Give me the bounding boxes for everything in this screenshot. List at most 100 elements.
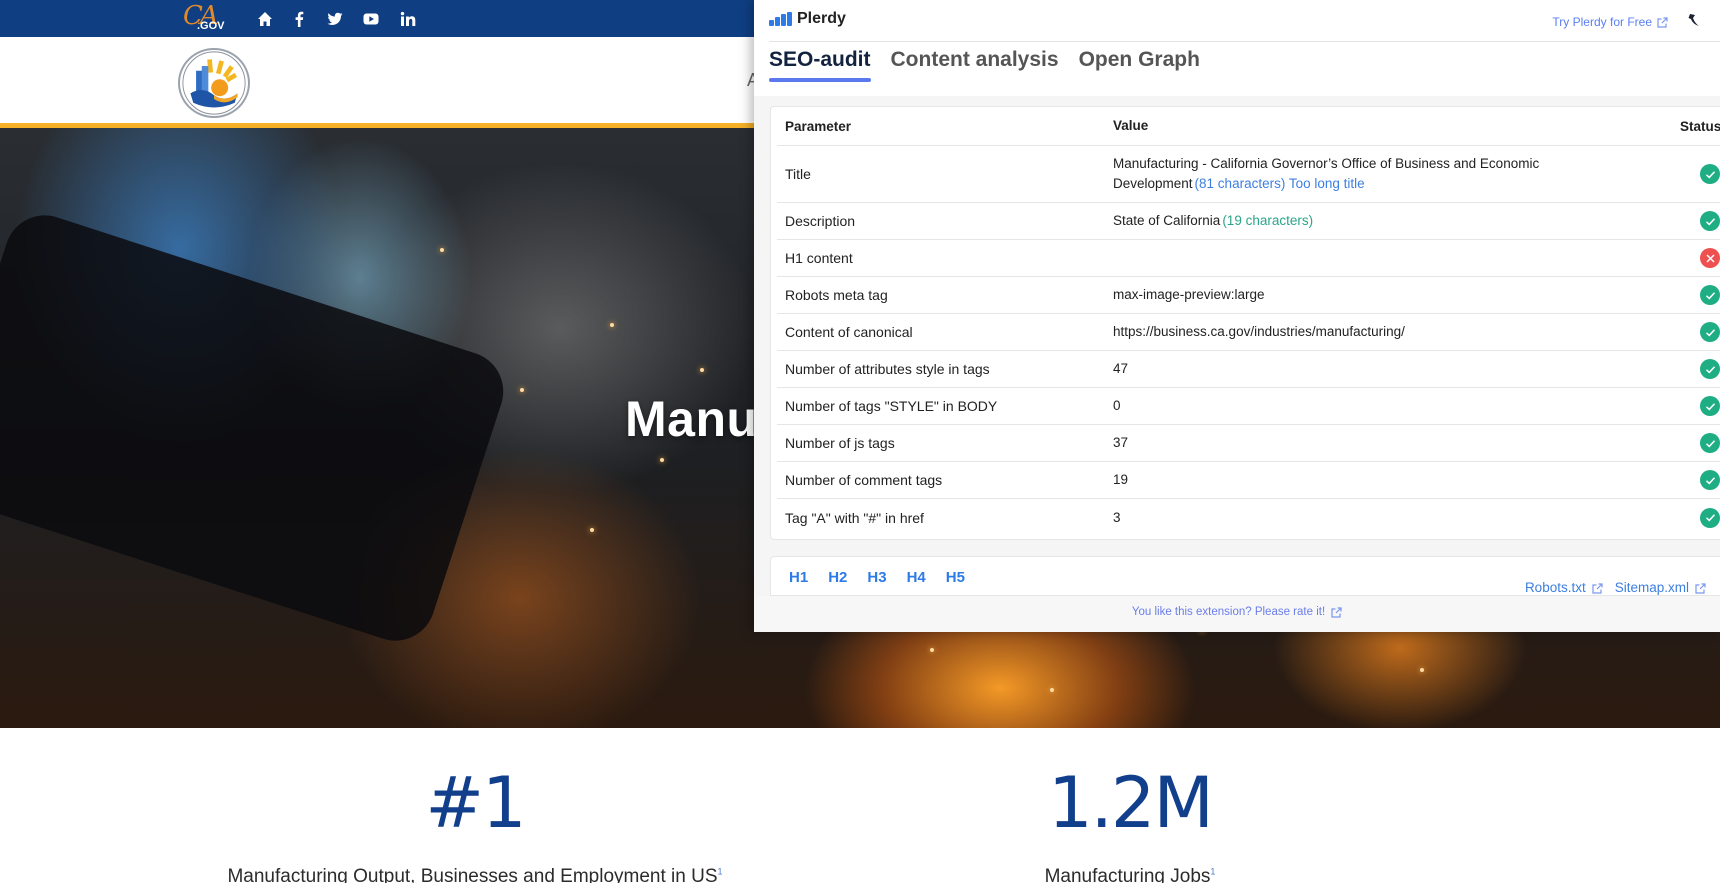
- heading-tabs-divider: [771, 595, 976, 596]
- row-parameter: Tag "A" with "#" in href: [785, 509, 924, 526]
- column-header-value: Value: [1113, 118, 1149, 133]
- external-link-icon: [1331, 606, 1342, 618]
- table-row: Content of canonical https://business.ca.…: [777, 314, 1720, 351]
- stat-manufacturing-jobs: 1.2M Manufacturing Jobs1: [980, 768, 1280, 883]
- status-ok-check-icon: [1700, 433, 1720, 453]
- status-ok-check-icon: [1700, 507, 1720, 528]
- facebook-icon[interactable]: [289, 10, 309, 28]
- table-row: Tag "A" with "#" in href 3: [777, 499, 1720, 536]
- spark: [610, 323, 614, 327]
- tab-open-graph[interactable]: Open Graph: [1079, 48, 1200, 82]
- row-value: 3: [1113, 508, 1583, 528]
- row-value-text: 47: [1113, 361, 1129, 376]
- heading-tab-h5[interactable]: H5: [946, 569, 965, 586]
- footnote-link[interactable]: 1: [718, 867, 723, 877]
- row-value: https://business.ca.gov/industries/manuf…: [1113, 322, 1583, 342]
- row-value-text: 37: [1113, 435, 1129, 450]
- table-row: Number of js tags 37: [777, 425, 1720, 462]
- ca-gov-logo-gov: .GOV: [197, 20, 225, 32]
- stat-label-text: Manufacturing Output, Businesses and Emp…: [227, 866, 718, 883]
- agency-seal-logo[interactable]: [178, 48, 250, 118]
- status-ok-check-icon: [1700, 470, 1720, 490]
- row-parameter: Number of js tags: [785, 435, 895, 451]
- heading-tab-h3[interactable]: H3: [867, 569, 886, 586]
- heading-tabs: H1 H2 H3 H4 H5: [789, 569, 965, 586]
- row-value-hint: (81 characters) Too long title: [1194, 176, 1365, 191]
- spark: [440, 248, 444, 252]
- row-value-text: https://business.ca.gov/industries/manuf…: [1113, 324, 1405, 339]
- spark: [1050, 688, 1054, 692]
- row-value: 37: [1113, 433, 1583, 453]
- tab-seo-audit[interactable]: SEO-audit: [769, 48, 871, 82]
- plerdy-brand-name: Plerdy: [797, 10, 846, 27]
- panel-tabs: SEO-audit Content analysis Open Graph: [769, 48, 1200, 82]
- row-parameter: Robots meta tag: [785, 287, 888, 303]
- spark: [700, 368, 704, 372]
- status-ok-check-icon: [1700, 359, 1720, 379]
- status-ok-check-icon: [1700, 164, 1720, 184]
- stat-label: Manufacturing Output, Businesses and Emp…: [190, 866, 760, 883]
- stat-label-text: Manufacturing Jobs: [1044, 866, 1211, 883]
- row-value: Manufacturing - California Governor’s Of…: [1113, 154, 1583, 194]
- table-row: Number of comment tags 19: [777, 462, 1720, 499]
- try-plerdy-link[interactable]: Try Plerdy for Free: [1552, 15, 1668, 29]
- footer-links: Robots.txt Sitemap.xml: [1525, 580, 1706, 595]
- row-value: max-image-preview:large: [1113, 285, 1583, 305]
- table-row: Robots meta tag max-image-preview:large: [777, 277, 1720, 314]
- row-parameter: Number of tags "STYLE" in BODY: [785, 398, 998, 414]
- row-parameter: Description: [785, 213, 856, 229]
- status-ok-check-icon: [1700, 322, 1720, 342]
- stats-section: #1 Manufacturing Output, Businesses and …: [0, 728, 1720, 883]
- try-plerdy-label: Try Plerdy for Free: [1552, 15, 1652, 29]
- status-ok-check-icon: [1700, 396, 1720, 416]
- status-ok-check-icon: [1700, 211, 1720, 231]
- tab-content-analysis[interactable]: Content analysis: [891, 48, 1059, 82]
- sitemap-xml-link[interactable]: Sitemap.xml: [1615, 580, 1706, 595]
- external-link-icon: [1657, 16, 1668, 28]
- spark: [930, 648, 934, 652]
- plerdy-logo: Plerdy: [769, 10, 846, 28]
- heading-tab-h4[interactable]: H4: [907, 569, 926, 586]
- table-header-row: Parameter Value Status: [777, 107, 1720, 146]
- stat-label: Manufacturing Jobs1: [980, 866, 1280, 883]
- status-fail-x-icon: [1700, 248, 1720, 268]
- table-row: Number of attributes style in tags 47: [777, 351, 1720, 388]
- row-value-text: State of California: [1113, 213, 1221, 228]
- row-parameter: Title: [785, 166, 811, 182]
- footnote-link[interactable]: 1: [1210, 867, 1215, 877]
- pin-icon[interactable]: [1688, 13, 1700, 27]
- table-row: Description State of California (19 charac…: [777, 203, 1720, 240]
- row-value-text: 19: [1113, 472, 1129, 487]
- header-divider: [769, 41, 1720, 42]
- stat-value: 1.2M: [1048, 762, 1214, 844]
- panel-header: Plerdy Try Plerdy for Free SEO-audit Con…: [754, 0, 1720, 96]
- ca-gov-logo[interactable]: CA .GOV: [183, 1, 229, 35]
- table-row: Title Manufacturing - California Governor…: [777, 146, 1720, 203]
- seo-audit-table: Parameter Value Status Title Manufacturin…: [770, 106, 1720, 540]
- heading-tab-h2[interactable]: H2: [828, 569, 847, 586]
- home-icon[interactable]: [255, 10, 275, 28]
- row-parameter: Number of comment tags: [785, 472, 943, 488]
- spark: [590, 528, 594, 532]
- robots-txt-label: Robots.txt: [1524, 580, 1586, 595]
- row-value-text: max-image-preview:large: [1113, 287, 1265, 302]
- heading-tab-h1[interactable]: H1: [789, 569, 808, 586]
- row-parameter: Content of canonical: [785, 324, 913, 340]
- twitter-icon[interactable]: [325, 10, 345, 28]
- row-parameter: Number of attributes style in tags: [785, 361, 990, 377]
- table-row: H1 content: [777, 240, 1720, 277]
- linkedin-icon[interactable]: [398, 10, 418, 28]
- robots-txt-link[interactable]: Robots.txt: [1525, 580, 1603, 595]
- rate-extension-link[interactable]: You like this extension? Please rate it!: [754, 606, 1720, 618]
- external-link-icon: [1592, 582, 1603, 594]
- row-parameter: H1 content: [785, 250, 853, 266]
- spark: [660, 458, 664, 462]
- hero-title: Manu: [625, 391, 758, 447]
- youtube-icon[interactable]: [361, 10, 381, 28]
- spark: [520, 388, 524, 392]
- column-header-status: Status: [1680, 118, 1720, 134]
- table-row: Number of tags "STYLE" in BODY 0: [777, 388, 1720, 425]
- rate-extension-label: You like this extension? Please rate it!: [1131, 606, 1326, 618]
- row-value-hint: (19 characters): [1222, 213, 1314, 228]
- spark: [1420, 668, 1424, 672]
